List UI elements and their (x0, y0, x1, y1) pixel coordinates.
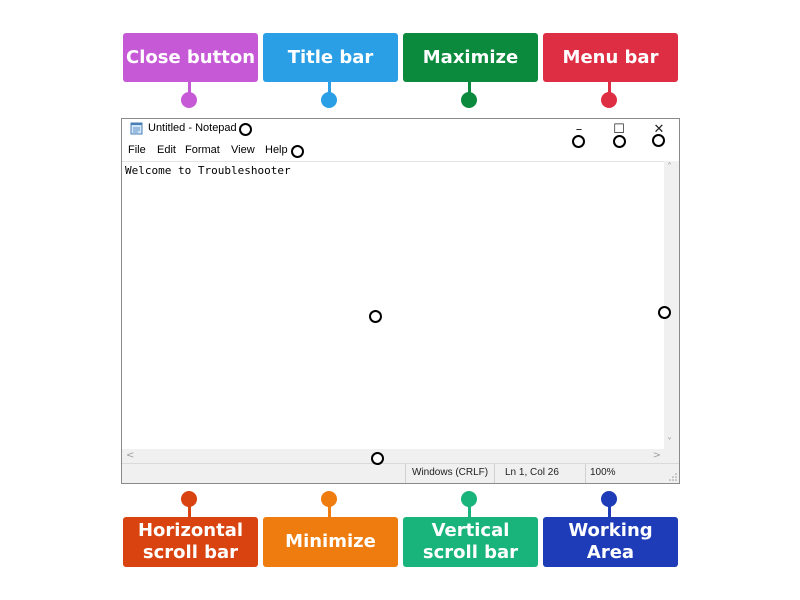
drop-marker-vertical-scroll[interactable] (658, 306, 671, 319)
menu-file[interactable]: File (128, 144, 146, 156)
drop-marker-title[interactable] (239, 123, 252, 136)
label-vertical-scroll-bar: Vertical scroll bar (403, 517, 538, 567)
scroll-left-icon[interactable]: < (126, 450, 134, 461)
notepad-window: Untitled - Notepad – ☐ ✕ File Edit Forma… (121, 118, 680, 484)
label-horizontal-scroll-bar: Horizontal scroll bar (123, 517, 258, 567)
menu-bar: File Edit Format View Help (122, 142, 679, 160)
editor-text: Welcome to Troubleshooter (125, 164, 291, 177)
window-title: Untitled - Notepad (148, 122, 237, 134)
label-maximize: Maximize (403, 33, 538, 82)
vertical-scroll-bar[interactable]: ˄ ˅ (664, 161, 679, 449)
status-divider (585, 464, 586, 483)
label-working-area: Working Area (543, 517, 678, 567)
scroll-corner (664, 449, 679, 464)
pin-line (468, 505, 471, 517)
status-divider (405, 464, 406, 483)
scroll-down-icon[interactable]: ˅ (667, 437, 672, 448)
menu-format[interactable]: Format (185, 144, 220, 156)
menu-view[interactable]: View (231, 144, 255, 156)
status-divider (494, 464, 495, 483)
menu-edit[interactable]: Edit (157, 144, 176, 156)
drop-marker-minimize[interactable] (572, 135, 585, 148)
menu-help[interactable]: Help (265, 144, 288, 156)
status-zoom: 100% (590, 467, 616, 478)
pin-dot (321, 92, 337, 108)
pin-line (188, 505, 191, 517)
pin-dot (181, 92, 197, 108)
drop-marker-horizontal-scroll[interactable] (371, 452, 384, 465)
label-menu-bar: Menu bar (543, 33, 678, 82)
pin-dot (601, 92, 617, 108)
status-encoding: Windows (CRLF) (412, 467, 489, 478)
title-bar[interactable]: Untitled - Notepad – ☐ ✕ (122, 119, 679, 141)
label-minimize: Minimize (263, 517, 398, 567)
notepad-icon (130, 122, 143, 135)
label-title-bar: Title bar (263, 33, 398, 82)
scroll-right-icon[interactable]: > (653, 450, 661, 461)
label-close-button: Close button (123, 33, 258, 82)
drop-marker-working-area[interactable] (369, 310, 382, 323)
drop-marker-maximize[interactable] (613, 135, 626, 148)
pin-line (608, 505, 611, 517)
status-position: Ln 1, Col 26 (505, 467, 559, 478)
status-bar: Windows (CRLF) Ln 1, Col 26 100% (122, 463, 679, 483)
drop-marker-menu[interactable] (291, 145, 304, 158)
working-area[interactable]: Welcome to Troubleshooter (122, 161, 665, 450)
pin-dot (461, 92, 477, 108)
pin-line (328, 505, 331, 517)
resize-grip-icon[interactable] (669, 473, 677, 481)
scroll-up-icon[interactable]: ˄ (667, 162, 672, 173)
drop-marker-close[interactable] (652, 134, 665, 147)
horizontal-scroll-bar[interactable]: < > (122, 449, 665, 464)
